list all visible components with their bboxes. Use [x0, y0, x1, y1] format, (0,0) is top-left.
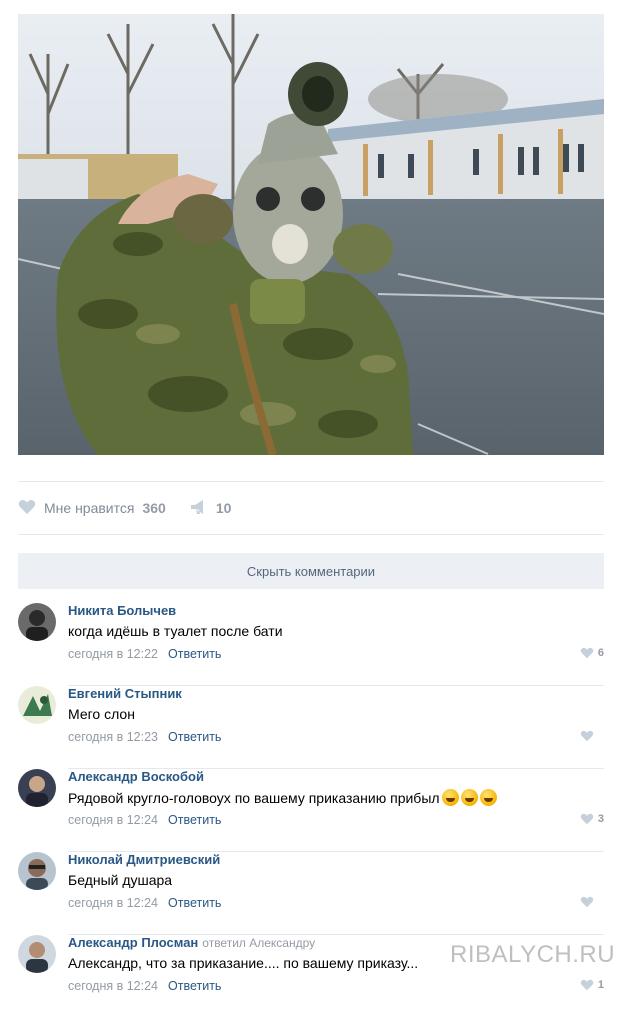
comment-like-button[interactable]	[580, 730, 604, 742]
avatar[interactable]	[18, 603, 56, 641]
heart-icon	[580, 979, 594, 991]
avatar[interactable]	[18, 686, 56, 724]
heart-icon	[580, 896, 594, 908]
post-divider-bottom	[18, 534, 604, 535]
hide-comments-button[interactable]: Скрыть комментарии	[18, 553, 604, 589]
comment-time[interactable]: сегодня в 12:22	[68, 647, 158, 661]
share-count: 10	[215, 500, 232, 516]
comment-like-count: 3	[597, 813, 604, 825]
comment-meta: сегодня в 12:24 Ответить	[68, 896, 221, 910]
like-count: 360	[142, 500, 166, 516]
reply-link[interactable]: Ответить	[168, 979, 221, 993]
comment-like-button[interactable]	[580, 896, 604, 908]
reply-to-label[interactable]: ответил Александру	[202, 936, 315, 950]
like-button[interactable]: Мне нравится 360	[18, 499, 166, 518]
comment-like-count: 1	[597, 979, 604, 991]
comment-text: Рядовой кругло-головоух по вашему приказ…	[68, 789, 497, 806]
heart-icon	[580, 647, 594, 659]
post-photo[interactable]	[18, 14, 604, 455]
comment-text-body: Рядовой кругло-головоух по вашему приказ…	[68, 790, 440, 806]
heart-icon	[580, 813, 594, 825]
comment-time[interactable]: сегодня в 12:24	[68, 979, 158, 993]
comment-like-button[interactable]: 3	[580, 813, 604, 825]
tears-of-joy-emoji-icon	[441, 789, 459, 806]
comment-author[interactable]: Николай Дмитриевский	[68, 852, 220, 867]
tears-of-joy-emoji-icon	[460, 789, 478, 806]
reply-link[interactable]: Ответить	[168, 896, 221, 910]
avatar[interactable]	[18, 769, 56, 807]
comment-meta: сегодня в 12:24 Ответить	[68, 813, 221, 827]
comment-item: Александр Плосман ответил Александру Алек…	[18, 935, 604, 1009]
comment-like-button[interactable]: 6	[580, 647, 604, 659]
comment-item: Никита Болычев когда идёшь в туалет посл…	[18, 603, 604, 686]
comment-meta: сегодня в 12:22 Ответить	[68, 647, 221, 661]
megaphone-icon	[190, 499, 208, 518]
soldier-gas-mask-image	[18, 14, 604, 455]
avatar[interactable]	[18, 935, 56, 973]
comment-meta: сегодня в 12:24 Ответить	[68, 979, 221, 993]
comment-author-name[interactable]: Александр Плосман	[68, 935, 198, 950]
comment-meta: сегодня в 12:23 Ответить	[68, 730, 221, 744]
heart-icon	[18, 499, 36, 518]
comment-item: Евгений Стыпник Мего слон сегодня в 12:2…	[18, 686, 604, 769]
comment-like-count: 6	[597, 647, 604, 659]
comment-author[interactable]: Евгений Стыпник	[68, 686, 182, 701]
reply-link[interactable]: Ответить	[168, 813, 221, 827]
comment-author[interactable]: Никита Болычев	[68, 603, 176, 618]
comment-time[interactable]: сегодня в 12:24	[68, 813, 158, 827]
post-actions: Мне нравится 360 10	[18, 496, 231, 520]
avatar[interactable]	[18, 852, 56, 890]
heart-icon	[580, 730, 594, 742]
comment-author[interactable]: Александр Плосман ответил Александру	[68, 935, 315, 950]
comment-text: Александр, что за приказание.... по ваше…	[68, 955, 419, 971]
comment-time[interactable]: сегодня в 12:24	[68, 896, 158, 910]
reply-link[interactable]: Ответить	[168, 730, 221, 744]
comment-item: Николай Дмитриевский Бедный душара сегод…	[18, 852, 604, 935]
comment-item: Александр Воскобой Рядовой кругло-голово…	[18, 769, 604, 852]
tears-of-joy-emoji-icon	[479, 789, 497, 806]
comment-text: Мего слон	[68, 706, 135, 722]
share-button[interactable]: 10	[190, 499, 232, 518]
like-label: Мне нравится	[44, 500, 135, 516]
comment-text: когда идёшь в туалет после бати	[68, 623, 283, 639]
comment-time[interactable]: сегодня в 12:23	[68, 730, 158, 744]
post-divider-top	[18, 481, 604, 482]
comment-text: Бедный душара	[68, 872, 173, 888]
comment-like-button[interactable]: 1	[580, 979, 604, 991]
comment-author[interactable]: Александр Воскобой	[68, 769, 204, 784]
reply-link[interactable]: Ответить	[168, 647, 221, 661]
